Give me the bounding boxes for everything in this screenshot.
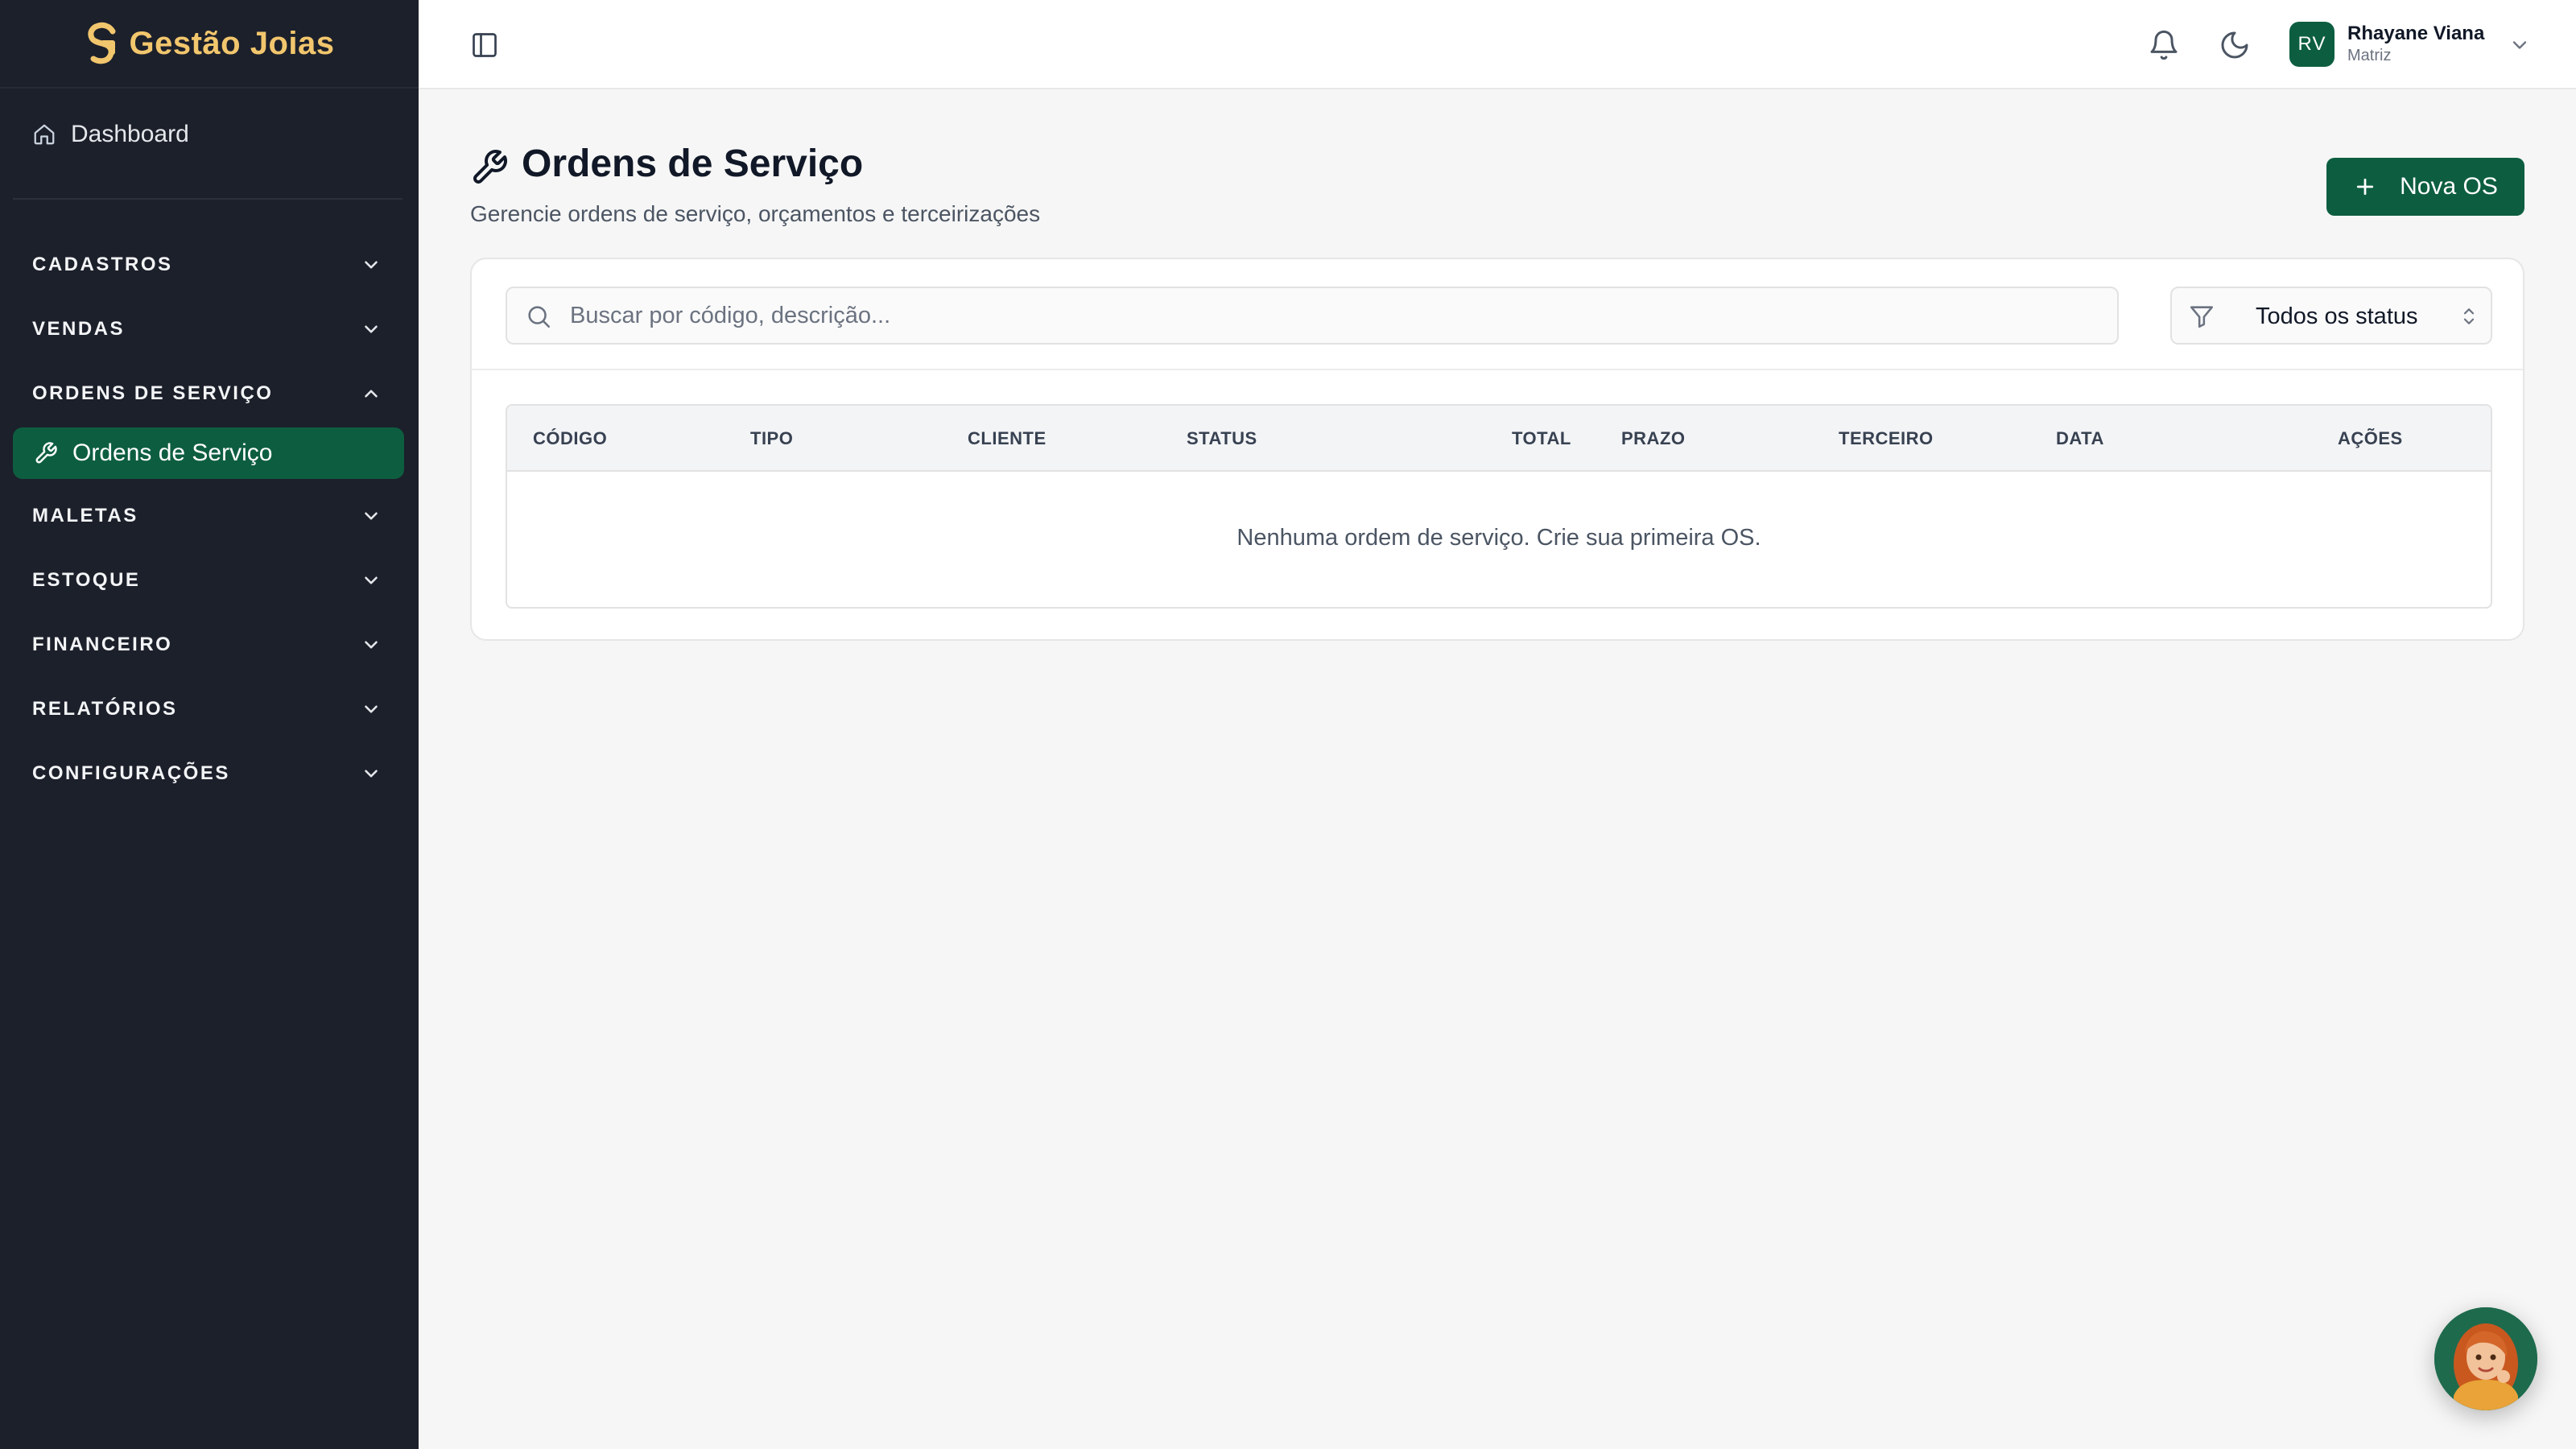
user-name[interactable]: Rhayane Viana [2347, 23, 2484, 45]
sidebar-section-cadastros[interactable]: CADASTROS [13, 238, 402, 291]
column-header-terceiro[interactable]: TERCEIRO [1839, 428, 1934, 449]
sidebar-section-configuracoes[interactable]: CONFIGURAÇÕES [13, 747, 402, 800]
sidebar-section-estoque[interactable]: ESTOQUE [13, 554, 402, 607]
assistant-avatar-button[interactable] [2434, 1307, 2537, 1410]
section-label: MALETAS [32, 505, 138, 526]
sidebar-section-maletas[interactable]: MALETAS [13, 489, 402, 543]
column-header-total[interactable]: TOTAL [1512, 428, 1571, 449]
section-label: ORDENS DE SERVIÇO [32, 382, 274, 404]
column-header-acoes: AÇÕES [2338, 428, 2403, 448]
column-header-tipo[interactable]: TIPO [750, 428, 793, 449]
chevron-down-icon [365, 576, 378, 584]
status-filter-value: Todos os status [2256, 303, 2418, 329]
brand-name: Gestão Joias [129, 25, 335, 61]
page-subtitle: Gerencie ordens de serviço, orçamentos e… [470, 201, 1041, 226]
section-label: RELATÓRIOS [32, 698, 178, 720]
column-header-data[interactable]: DATA [2056, 428, 2104, 449]
filter-icon [2190, 306, 2214, 328]
sidebar-item-label: Dashboard [71, 121, 189, 147]
wrench-icon [473, 150, 507, 184]
column-header-status[interactable]: STATUS [1187, 428, 1257, 449]
chevron-down-icon[interactable] [2508, 34, 2531, 56]
chevron-up-icon [365, 390, 378, 398]
section-label: FINANCEIRO [32, 634, 173, 655]
section-label: CADASTROS [32, 254, 173, 275]
chevron-down-icon [365, 770, 378, 778]
chevron-down-icon [365, 325, 378, 333]
sidebar-item-ordens-de-servico[interactable]: Ordens de Serviço [13, 427, 404, 479]
sidebar-section-ordens-de-servico[interactable]: ORDENS DE SERVIÇO [13, 367, 402, 420]
wrench-icon [35, 442, 57, 464]
new-os-label: Nova OS [2400, 173, 2498, 200]
sidebar-section-relatorios[interactable]: RELATÓRIOS [13, 683, 402, 736]
column-header-codigo[interactable]: CÓDIGO [533, 428, 607, 449]
search-icon [528, 306, 551, 328]
brand[interactable]: Gestão Joias [0, 0, 419, 89]
card-divider [472, 369, 2523, 370]
section-label: CONFIGURAÇÕES [32, 762, 230, 784]
chevron-up-down-icon [2463, 308, 2475, 324]
sidebar-section-vendas[interactable]: VENDAS [13, 303, 402, 356]
sidebar-item-label: Ordens de Serviço [72, 440, 273, 466]
sidebar-item-dashboard[interactable]: Dashboard [13, 108, 402, 161]
status-filter-select[interactable]: Todos os status [2170, 287, 2492, 345]
sidebar-section-financeiro[interactable]: FINANCEIRO [13, 618, 402, 671]
assistant-avatar-icon [2434, 1307, 2537, 1410]
column-header-prazo[interactable]: PRAZO [1621, 428, 1686, 449]
chevron-down-icon [365, 261, 378, 269]
column-header-cliente[interactable]: CLIENTE [968, 428, 1046, 449]
section-label: VENDAS [32, 318, 126, 340]
chevron-down-icon [365, 512, 378, 520]
topbar: RV Rhayane Viana Matriz [419, 0, 2576, 89]
moon-icon[interactable] [2219, 29, 2251, 61]
new-os-button[interactable]: Nova OS [2326, 158, 2524, 216]
table-header: CÓDIGO TIPO CLIENTE STATUS TOTAL PRAZO T… [507, 406, 2491, 472]
bell-icon[interactable] [2148, 29, 2180, 61]
brand-logo-icon [88, 22, 116, 64]
chevron-down-icon [365, 705, 378, 713]
empty-state-message: Nenhuma ordem de serviço. Crie sua prime… [1236, 525, 1761, 551]
sidebar-toggle-icon[interactable] [470, 31, 499, 60]
search-input[interactable] [570, 288, 2099, 343]
home-icon [34, 124, 55, 145]
orders-table: CÓDIGO TIPO CLIENTE STATUS TOTAL PRAZO T… [506, 404, 2492, 609]
plus-icon [2357, 178, 2374, 196]
user-branch: Matriz [2347, 47, 2392, 64]
avatar[interactable]: RV [2289, 22, 2334, 67]
page-title: Ordens de Serviço [522, 142, 864, 185]
sidebar-divider [13, 198, 402, 200]
search-box[interactable] [506, 287, 2119, 345]
sidebar: Gestão Joias Dashboard CADASTROS VENDAS … [0, 0, 419, 1449]
orders-card: Todos os status CÓDIGO TIPO CLIENTE STAT… [470, 258, 2524, 641]
chevron-down-icon [365, 641, 378, 649]
section-label: ESTOQUE [32, 569, 141, 591]
